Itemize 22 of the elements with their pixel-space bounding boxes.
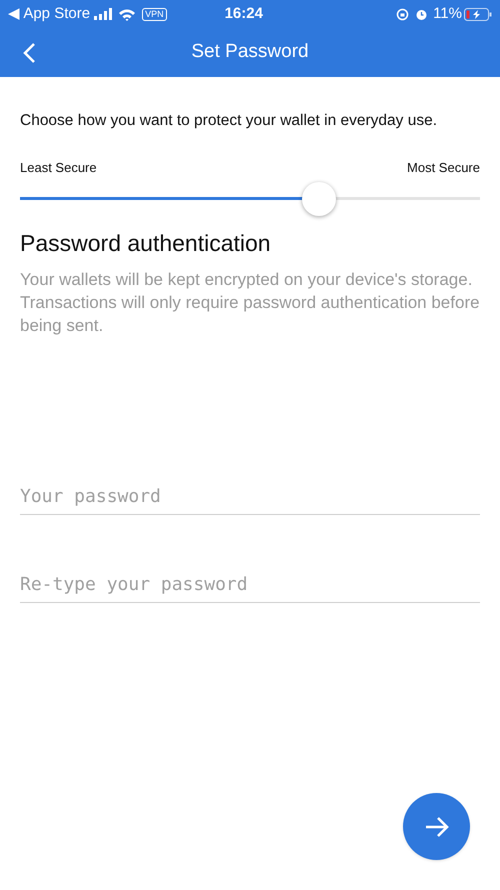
slider-thumb[interactable] [302,182,336,216]
next-button[interactable] [403,793,470,860]
section-title: Password authentication [20,228,272,258]
screen-title: Set Password [191,40,309,64]
security-slider[interactable] [20,180,480,216]
section-description: Your wallets will be kept encrypted on your device's storage. Transactions will only require password authentication before being sent. [20,269,480,338]
most-secure-label: Most Secure [407,159,480,178]
signal-icon [94,8,114,20]
status-back-link[interactable]: ◀ App Store [8,2,90,26]
password-field[interactable]: Re-type your password [20,567,480,604]
battery-percentage: 11% [433,4,462,24]
back-icon[interactable] [22,42,36,64]
intro-text: Choose how you want to protect your wallet in everyday use. [20,111,438,131]
wifi-icon [118,8,136,20]
arrow-right-icon [424,814,450,838]
alarm-icon [415,8,428,20]
vpn-badge: VPN [142,8,167,20]
least-secure-label: Least Secure [20,159,97,178]
battery-icon [464,8,492,20]
password-field[interactable]: Your password [20,479,480,516]
status-time: 16:24 [224,4,263,24]
rotation-lock-icon [396,8,410,20]
